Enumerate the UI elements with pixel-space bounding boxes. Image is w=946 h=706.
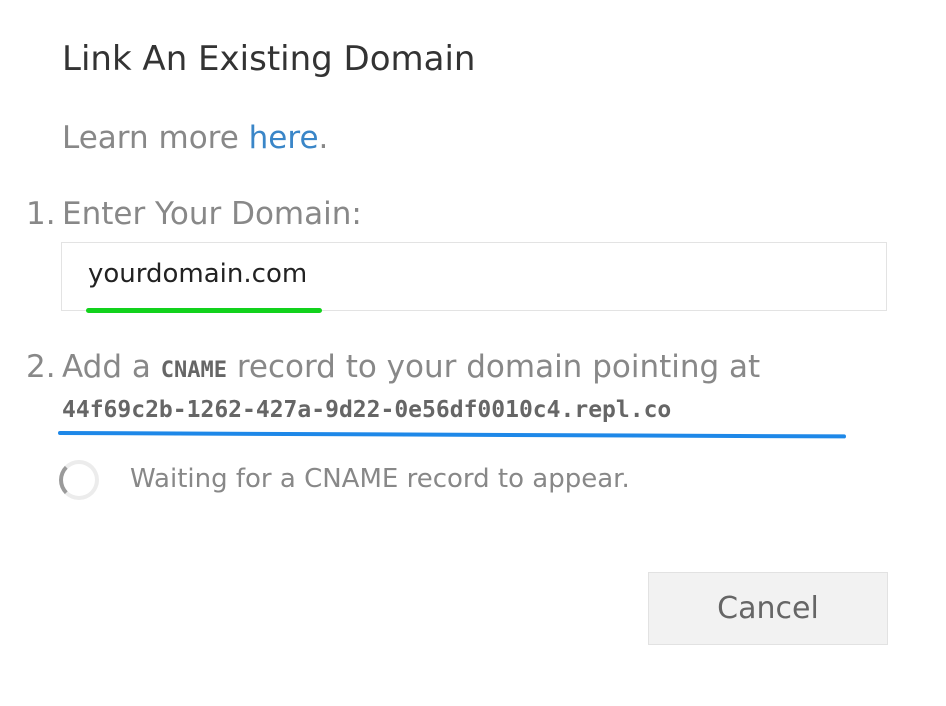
cname-record-type: CNAME: [160, 358, 227, 383]
loading-spinner-icon: [59, 460, 99, 500]
dialog-title: Link An Existing Domain: [62, 39, 476, 79]
learn-more-prefix: Learn more: [62, 120, 249, 156]
cname-target-value: 44f69c2b-1262-427a-9d22-0e56df0010c4.rep…: [62, 397, 672, 423]
learn-more-link[interactable]: here: [249, 120, 319, 156]
cname-target-highlight: [57, 431, 847, 439]
cancel-button[interactable]: Cancel: [648, 572, 888, 645]
domain-input[interactable]: [61, 242, 887, 311]
step-2-number: 2.: [26, 349, 56, 385]
step-2-label-suffix: record to your domain pointing at: [226, 349, 761, 385]
learn-more-text: Learn more here.: [62, 116, 328, 160]
status-text: Waiting for a CNAME record to appear.: [130, 464, 630, 494]
learn-more-suffix: .: [318, 120, 329, 156]
link-domain-dialog: Link An Existing Domain Learn more here.…: [0, 0, 946, 706]
step-2-label: Add a CNAME record to your domain pointi…: [62, 345, 760, 393]
step-2-label-prefix: Add a: [62, 349, 161, 385]
step-1-number: 1.: [26, 196, 56, 232]
step-1-label: Enter Your Domain:: [62, 196, 362, 232]
domain-input-highlight: [86, 308, 322, 313]
